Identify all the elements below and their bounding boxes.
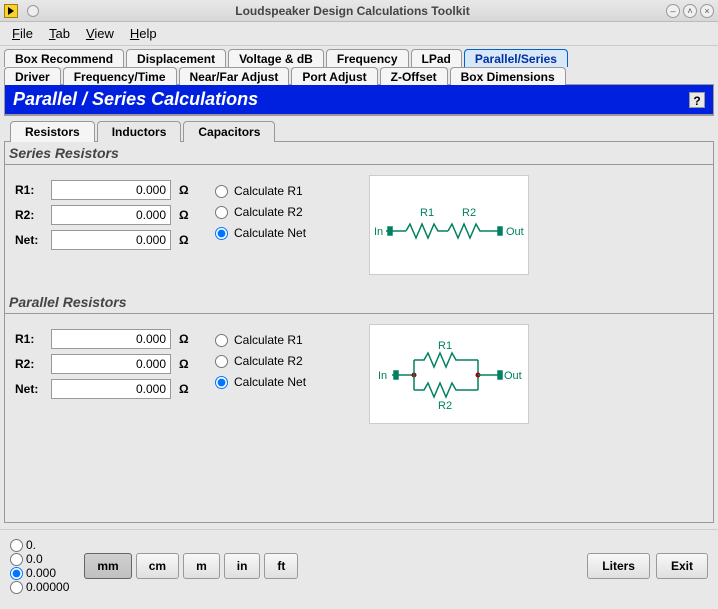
tab-parallel-series[interactable]: Parallel/Series xyxy=(464,49,568,67)
series-r1-label: R1: xyxy=(15,183,51,197)
unit-button-cm[interactable]: cm xyxy=(136,553,179,579)
ohm-unit: Ω xyxy=(179,382,189,396)
precision-label: 0.00000 xyxy=(26,580,69,594)
tab-frequency[interactable]: Frequency xyxy=(326,49,409,67)
parallel-calc-r1-radio[interactable] xyxy=(215,334,228,347)
ohm-unit: Ω xyxy=(179,208,189,222)
parallel-net-input[interactable] xyxy=(51,379,171,399)
series-section-title: Series Resistors xyxy=(5,142,713,165)
minimize-button[interactable]: – xyxy=(666,4,680,18)
tab-port-adjust[interactable]: Port Adjust xyxy=(291,67,377,85)
menu-tab[interactable]: Tab xyxy=(43,24,76,43)
series-net-input[interactable] xyxy=(51,230,171,250)
parallel-diagram: R1 R2 In Out xyxy=(369,324,529,424)
panel-title: Parallel / Series Calculations xyxy=(13,89,258,110)
svg-text:Out: Out xyxy=(506,226,524,238)
parallel-calc-net-radio[interactable] xyxy=(215,376,228,389)
tab-frequency-time[interactable]: Frequency/Time xyxy=(63,67,177,85)
parallel-r2-input[interactable] xyxy=(51,354,171,374)
series-diagram: R1 R2 In Out xyxy=(369,175,529,275)
parallel-r1-label: R1: xyxy=(15,332,51,346)
parallel-r2-label: R2: xyxy=(15,357,51,371)
close-button[interactable]: × xyxy=(700,4,714,18)
unit-button-mm[interactable]: mm xyxy=(84,553,131,579)
series-calc-r1-label: Calculate R1 xyxy=(234,184,303,198)
svg-text:R1: R1 xyxy=(438,340,452,352)
parallel-calc-net-label: Calculate Net xyxy=(234,375,306,389)
svg-text:Out: Out xyxy=(504,370,522,382)
precision-radio-0d000[interactable] xyxy=(10,567,23,580)
menu-file[interactable]: File xyxy=(6,24,39,43)
maximize-button[interactable]: ˄ xyxy=(683,4,697,18)
ohm-unit: Ω xyxy=(179,233,189,247)
unit-button-in[interactable]: in xyxy=(224,553,261,579)
tab-box-recommend[interactable]: Box Recommend xyxy=(4,49,124,67)
help-button[interactable]: ? xyxy=(689,92,705,108)
precision-label: 0.000 xyxy=(26,566,56,580)
svg-text:R2: R2 xyxy=(462,207,476,219)
unit-button-ft[interactable]: ft xyxy=(264,553,298,579)
menu-help[interactable]: Help xyxy=(124,24,163,43)
subtab-inductors[interactable]: Inductors xyxy=(97,121,182,142)
precision-label: 0.0 xyxy=(26,552,43,566)
svg-text:In: In xyxy=(378,370,387,382)
parallel-calc-r2-label: Calculate R2 xyxy=(234,354,303,368)
subtab-capacitors[interactable]: Capacitors xyxy=(183,121,275,142)
series-calc-r2-radio[interactable] xyxy=(215,206,228,219)
svg-text:R1: R1 xyxy=(420,207,434,219)
parallel-calc-r1-label: Calculate R1 xyxy=(234,333,303,347)
app-icon xyxy=(4,4,18,18)
liters-button[interactable]: Liters xyxy=(587,553,650,579)
parallel-calc-r2-radio[interactable] xyxy=(215,355,228,368)
tab-box-dimensions[interactable]: Box Dimensions xyxy=(450,67,566,85)
series-net-label: Net: xyxy=(15,233,51,247)
tab-voltage-db[interactable]: Voltage & dB xyxy=(228,49,324,67)
tab-lpad[interactable]: LPad xyxy=(411,49,462,67)
svg-text:In: In xyxy=(374,226,383,238)
ohm-unit: Ω xyxy=(179,183,189,197)
parallel-net-label: Net: xyxy=(15,382,51,396)
tab-z-offset[interactable]: Z-Offset xyxy=(380,67,448,85)
parallel-r1-input[interactable] xyxy=(51,329,171,349)
exit-button[interactable]: Exit xyxy=(656,553,708,579)
series-calc-net-radio[interactable] xyxy=(215,227,228,240)
parallel-section-title: Parallel Resistors xyxy=(5,291,713,314)
series-calc-r2-label: Calculate R2 xyxy=(234,205,303,219)
tab-driver[interactable]: Driver xyxy=(4,67,61,85)
precision-radio-0d00000[interactable] xyxy=(10,581,23,594)
tab-near-far-adjust[interactable]: Near/Far Adjust xyxy=(179,67,290,85)
window-title: Loudspeaker Design Calculations Toolkit xyxy=(39,4,666,18)
precision-radio-0d0[interactable] xyxy=(10,553,23,566)
series-r1-input[interactable] xyxy=(51,180,171,200)
precision-radio-0d[interactable] xyxy=(10,539,23,552)
series-r2-input[interactable] xyxy=(51,205,171,225)
unit-button-m[interactable]: m xyxy=(183,553,220,579)
titlebar-dot-icon xyxy=(27,5,39,17)
svg-text:R2: R2 xyxy=(438,400,452,412)
menu-view[interactable]: View xyxy=(80,24,120,43)
series-calc-net-label: Calculate Net xyxy=(234,226,306,240)
precision-label: 0. xyxy=(26,538,36,552)
ohm-unit: Ω xyxy=(179,357,189,371)
subtab-resistors[interactable]: Resistors xyxy=(10,121,95,142)
series-r2-label: R2: xyxy=(15,208,51,222)
series-calc-r1-radio[interactable] xyxy=(215,185,228,198)
tab-displacement[interactable]: Displacement xyxy=(126,49,226,67)
ohm-unit: Ω xyxy=(179,332,189,346)
